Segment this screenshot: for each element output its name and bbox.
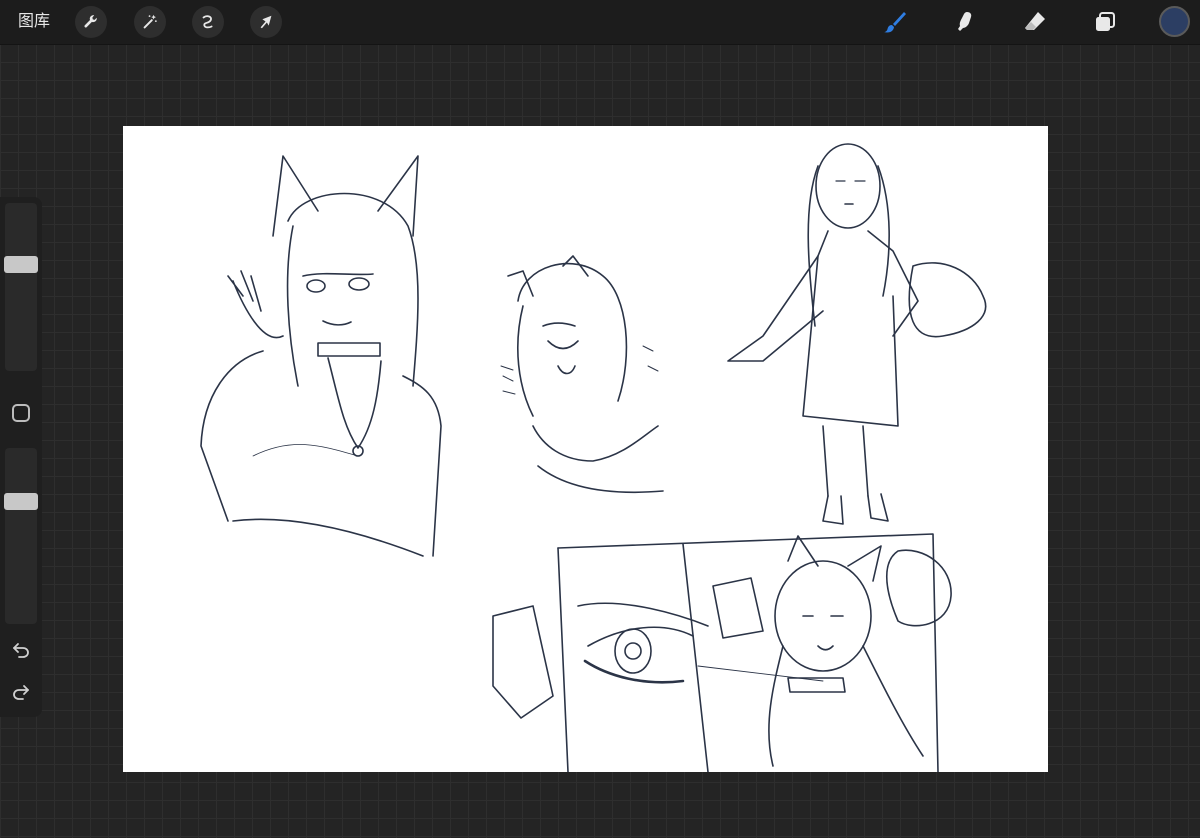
top-toolbar: 图库	[0, 0, 1200, 45]
sketch-artwork	[200, 143, 987, 772]
color-picker[interactable]	[1159, 6, 1190, 37]
selection-icon[interactable]	[192, 6, 224, 38]
sketch-figure-right	[727, 143, 987, 525]
side-toolbar	[0, 197, 42, 717]
wrench-icon[interactable]	[75, 6, 107, 38]
magic-wand-icon[interactable]	[134, 6, 166, 38]
sketch-figure-middle	[500, 255, 664, 494]
undo-icon[interactable]	[10, 639, 32, 661]
drawing-canvas[interactable]	[123, 126, 1048, 772]
gallery-button[interactable]: 图库	[18, 11, 50, 31]
brush-size-thumb[interactable]	[4, 256, 38, 273]
opacity-thumb[interactable]	[4, 493, 38, 510]
sketch-figure-left	[200, 155, 442, 557]
brush-icon[interactable]	[880, 7, 910, 37]
eraser-icon[interactable]	[1020, 7, 1050, 37]
redo-icon[interactable]	[10, 681, 32, 703]
opacity-slider[interactable]	[4, 448, 38, 624]
smudge-icon[interactable]	[950, 7, 980, 37]
transform-arrow-icon[interactable]	[250, 6, 282, 38]
layers-icon[interactable]	[1090, 7, 1120, 37]
sketch-comic-panels	[492, 533, 952, 772]
brush-size-slider[interactable]	[4, 203, 38, 371]
modify-square-icon[interactable]	[12, 404, 30, 422]
